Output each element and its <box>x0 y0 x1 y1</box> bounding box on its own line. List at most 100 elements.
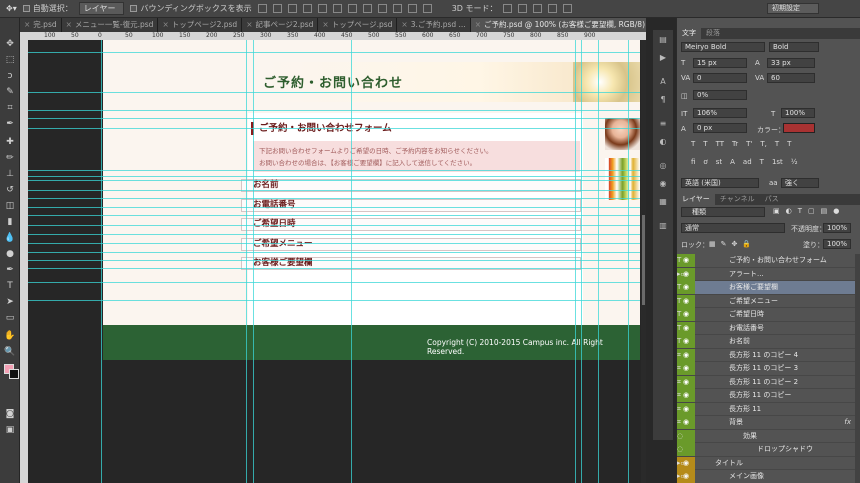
close-tab-icon[interactable]: × <box>66 20 72 29</box>
opentype-button[interactable]: A <box>730 158 735 168</box>
layers-scrollbar[interactable] <box>855 254 860 483</box>
font-size-input[interactable]: 15 px <box>693 58 747 68</box>
align-top-icon[interactable] <box>257 4 267 13</box>
slide-3d-icon[interactable] <box>548 4 558 13</box>
adjust-filter-icon[interactable]: ◐ <box>786 207 792 217</box>
layer-row[interactable]: ◉ ⌗ 長方形 11 <box>677 402 855 416</box>
guide-horizontal[interactable] <box>28 180 640 181</box>
tab-character[interactable]: 文字 <box>677 28 701 39</box>
distribute-left-icon[interactable] <box>392 4 402 13</box>
opacity-input[interactable]: 100% <box>823 223 851 233</box>
guide-vertical[interactable] <box>351 40 352 483</box>
language-select[interactable]: 英語 (米国) <box>681 178 759 188</box>
eyedropper-tool-icon[interactable]: ✒ <box>4 118 16 129</box>
guide-horizontal[interactable] <box>28 110 640 111</box>
layer-row[interactable]: ◉ ⌗ 長方形 11 のコピー 2 <box>677 375 855 389</box>
background-color-swatch[interactable] <box>9 369 19 379</box>
pixel-filter-icon[interactable]: ▣ <box>773 207 780 217</box>
guide-horizontal[interactable] <box>28 198 640 199</box>
zoom-tool-icon[interactable]: 🔍 <box>4 346 16 357</box>
lock-pixels-icon[interactable]: ▦ <box>709 240 716 249</box>
layer-row[interactable]: ◉ ⌗ 長方形 11 のコピー 4 <box>677 348 855 362</box>
tab-paths[interactable]: パス <box>760 194 784 205</box>
distribute-right-icon[interactable] <box>422 4 432 13</box>
align-left-icon[interactable] <box>302 4 312 13</box>
document-canvas[interactable]: ご予約・お問い合わせ ご予約・お問い合わせフォーム 下記お問い合わせフォームより… <box>103 40 640 360</box>
leading-input[interactable]: 33 px <box>767 58 815 68</box>
rectangle-tool-icon[interactable]: ▭ <box>4 312 16 323</box>
guide-horizontal[interactable] <box>28 282 640 283</box>
navigator-icon[interactable]: ◎ <box>657 160 669 170</box>
document-tab[interactable]: × トップページ.psd <box>318 18 398 32</box>
guide-vertical[interactable] <box>575 40 576 483</box>
lock-paint-icon[interactable]: ✎ <box>721 240 727 249</box>
distribute-top-icon[interactable] <box>347 4 357 13</box>
layer-row[interactable]: ◉ T ご予約・お問い合わせフォーム <box>677 254 855 268</box>
opentype-button[interactable]: T <box>760 158 764 168</box>
type-style-button[interactable]: T <box>787 140 791 150</box>
close-tab-icon[interactable]: × <box>162 20 168 29</box>
opentype-button[interactable]: ad <box>743 158 752 168</box>
auto-select-checkbox[interactable]: 自動選択： <box>22 3 73 14</box>
guide-horizontal[interactable] <box>28 190 640 191</box>
opentype-button[interactable]: st <box>716 158 722 168</box>
align-right-icon[interactable] <box>332 4 342 13</box>
tab-layers[interactable]: レイヤー <box>677 194 715 205</box>
blur-tool-icon[interactable]: 💧 <box>4 232 16 243</box>
scrollbar-thumb[interactable] <box>642 215 645 305</box>
crop-tool-icon[interactable]: ⌗ <box>4 102 16 113</box>
layer-row[interactable]: ◉ T ご希望メニュー <box>677 294 855 308</box>
properties-icon[interactable]: ≡ <box>657 118 669 128</box>
guide-horizontal[interactable] <box>28 118 640 119</box>
guide-horizontal[interactable] <box>28 215 640 216</box>
document-tab[interactable]: × メニュー一覧-復元.psd <box>61 18 159 32</box>
close-tab-icon[interactable]: × <box>246 20 252 29</box>
document-tab[interactable]: × 記事ページ2.psd <box>242 18 319 32</box>
quick-mask-icon[interactable]: ◙ <box>4 408 16 419</box>
roll-3d-icon[interactable] <box>518 4 528 13</box>
document-tab[interactable]: × 完.psd <box>20 18 62 32</box>
paragraph-panel-icon[interactable]: ¶ <box>657 94 669 104</box>
move-tool-icon[interactable]: ✥ <box>4 38 16 49</box>
adjustments-icon[interactable]: ◐ <box>657 136 669 146</box>
clone-stamp-icon[interactable]: ⊥ <box>4 168 16 179</box>
guide-vertical[interactable] <box>253 40 254 483</box>
history-icon[interactable]: ▤ <box>657 34 669 44</box>
actions-icon[interactable]: ▶ <box>657 52 669 62</box>
gradient-tool-icon[interactable]: ▮ <box>4 216 16 227</box>
close-tab-icon[interactable]: × <box>401 20 407 29</box>
tab-paragraph[interactable]: 段落 <box>701 28 725 39</box>
quick-select-tool-icon[interactable]: ✎ <box>4 86 16 97</box>
layer-row[interactable]: ◉ T お名前 <box>677 335 855 349</box>
rotate-3d-icon[interactable] <box>503 4 513 13</box>
guide-horizontal[interactable] <box>28 92 640 93</box>
guide-vertical[interactable] <box>246 40 247 483</box>
tsume-input[interactable]: 0% <box>693 90 747 100</box>
swatches-icon[interactable]: ▦ <box>657 196 669 206</box>
align-center-icon[interactable] <box>317 4 327 13</box>
distribute-middle-icon[interactable] <box>362 4 372 13</box>
form-field[interactable]: お電話番号 <box>241 198 581 212</box>
type-style-button[interactable]: T <box>775 140 779 150</box>
vertical-scale-input[interactable]: 106% <box>693 108 747 118</box>
history-brush-icon[interactable]: ↺ <box>4 184 16 195</box>
layer-row[interactable]: ◉ ⌗ 背景 fx <box>677 416 855 430</box>
layer-filter-select[interactable]: 種類 <box>681 207 765 217</box>
font-style-select[interactable]: Bold <box>769 42 819 52</box>
opentype-button[interactable]: 1st <box>772 158 783 168</box>
align-middle-icon[interactable] <box>272 4 282 13</box>
blend-mode-select[interactable]: 通常 <box>681 223 785 233</box>
type-style-button[interactable]: T' <box>746 140 752 150</box>
move-tool-icon[interactable]: ✥▾ <box>6 4 17 13</box>
shape-filter-icon[interactable]: ▢ <box>808 207 815 217</box>
guide-horizontal[interactable] <box>28 243 640 244</box>
eraser-tool-icon[interactable]: ◫ <box>4 200 16 211</box>
type-filter-icon[interactable]: T <box>798 207 802 217</box>
guide-horizontal[interactable] <box>28 260 640 261</box>
healing-brush-icon[interactable]: ✚ <box>4 136 16 147</box>
layer-row[interactable]: ◌ 効果 <box>677 429 855 443</box>
dodge-tool-icon[interactable]: ● <box>4 248 16 259</box>
horizontal-scale-input[interactable]: 100% <box>781 108 815 118</box>
guide-vertical[interactable] <box>581 40 582 483</box>
type-style-button[interactable]: T, <box>760 140 767 150</box>
